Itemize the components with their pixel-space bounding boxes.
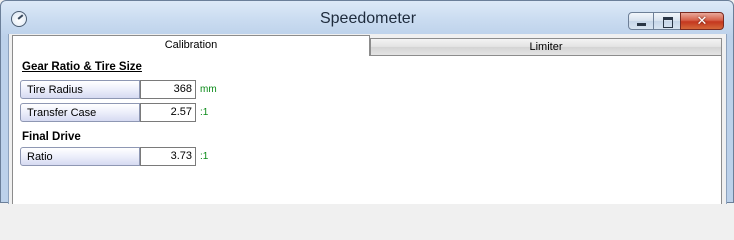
ratio-label: Ratio <box>20 147 140 166</box>
transfer-case-unit: :1 <box>200 107 209 118</box>
maximize-button[interactable] <box>653 12 681 30</box>
title-bar[interactable]: Speedometer ✕ <box>1 1 733 35</box>
close-icon: ✕ <box>696 13 708 28</box>
tire-radius-label: Tire Radius <box>20 80 140 99</box>
window-controls: ✕ <box>628 12 724 30</box>
ratio-input[interactable]: 3.73 <box>140 147 196 166</box>
tab-strip: Calibration Limiter <box>12 35 724 57</box>
ratio-unit: :1 <box>200 151 209 162</box>
ratio-row: Ratio 3.73 :1 <box>20 147 220 166</box>
maximize-icon <box>663 17 673 28</box>
window-title: Speedometer <box>319 10 417 27</box>
transfer-case-input[interactable]: 2.57 <box>140 103 196 122</box>
tab-calibration[interactable]: Calibration <box>12 35 370 56</box>
tire-radius-input[interactable]: 368 <box>140 80 196 99</box>
transfer-case-label: Transfer Case <box>20 103 140 122</box>
client-area: Calibration Limiter Gear Ratio & Tire Si… <box>8 34 727 204</box>
close-button[interactable]: ✕ <box>680 12 724 30</box>
transfer-case-row: Transfer Case 2.57 :1 <box>20 103 220 122</box>
gear-ratio-section-title: Gear Ratio & Tire Size <box>22 61 142 73</box>
minimize-icon <box>637 23 646 26</box>
final-drive-section-title: Final Drive <box>22 131 81 143</box>
minimize-button[interactable] <box>628 12 654 30</box>
calibration-panel: Gear Ratio & Tire Size Tire Radius 368 m… <box>12 55 722 204</box>
tire-radius-row: Tire Radius 368 mm <box>20 80 220 99</box>
speedometer-window: Speedometer ✕ Calibration Limiter Gear R… <box>0 0 734 204</box>
tire-radius-unit: mm <box>200 84 217 95</box>
tab-limiter[interactable]: Limiter <box>370 38 722 56</box>
